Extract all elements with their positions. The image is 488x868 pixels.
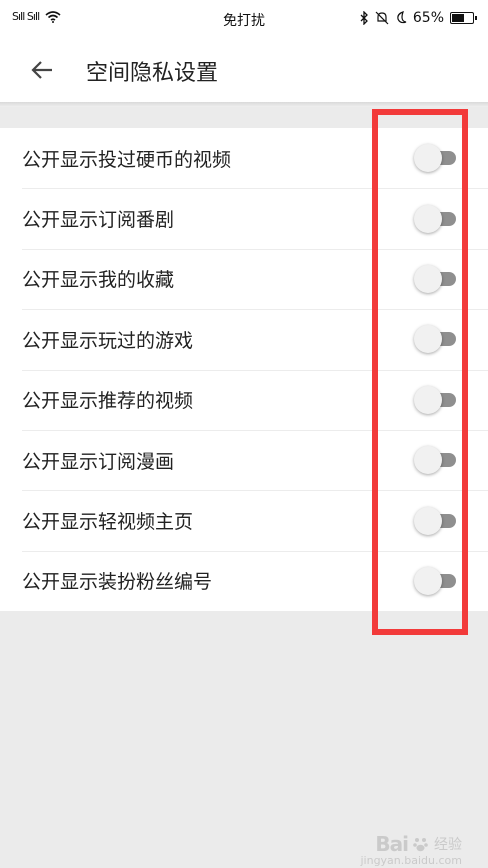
setting-label: 公开显示装扮粉丝编号 <box>22 571 213 594</box>
battery-fill <box>452 14 464 22</box>
app-screen: SıIl SıIl 免打扰 65% 空间隐私设置 公开显示投过硬币的视频 公开显… <box>0 0 488 868</box>
battery-text: 65% <box>412 10 444 26</box>
back-button[interactable] <box>22 52 62 88</box>
page-title: 空间隐私设置 <box>86 61 219 86</box>
setting-label: 公开显示订阅漫画 <box>22 450 175 473</box>
setting-label: 公开显示我的收藏 <box>22 269 175 292</box>
moon-icon <box>397 11 407 24</box>
setting-label: 公开显示推荐的视频 <box>22 390 194 413</box>
setting-label: 公开显示玩过的游戏 <box>22 329 194 352</box>
battery-icon <box>450 12 477 24</box>
watermark: Bai 经验 jingyan.baidu.com <box>360 832 462 867</box>
status-bar: SıIl SıIl 免打扰 65% <box>0 0 488 38</box>
setting-label: 公开显示订阅番剧 <box>22 209 175 232</box>
watermark-logo: Bai <box>375 832 409 856</box>
status-right: 65% <box>359 10 477 26</box>
paw-icon <box>413 838 428 852</box>
bell-off-icon <box>375 11 389 25</box>
highlight-annotation <box>372 109 468 635</box>
setting-label: 公开显示轻视频主页 <box>22 511 194 534</box>
arrow-left-icon <box>31 61 52 79</box>
watermark-suffix: 经验 <box>434 837 462 853</box>
watermark-site: jingyan.baidu.com <box>360 854 462 867</box>
setting-label: 公开显示投过硬币的视频 <box>22 148 232 171</box>
bluetooth-icon <box>360 11 368 25</box>
app-header: 空间隐私设置 <box>0 38 488 102</box>
